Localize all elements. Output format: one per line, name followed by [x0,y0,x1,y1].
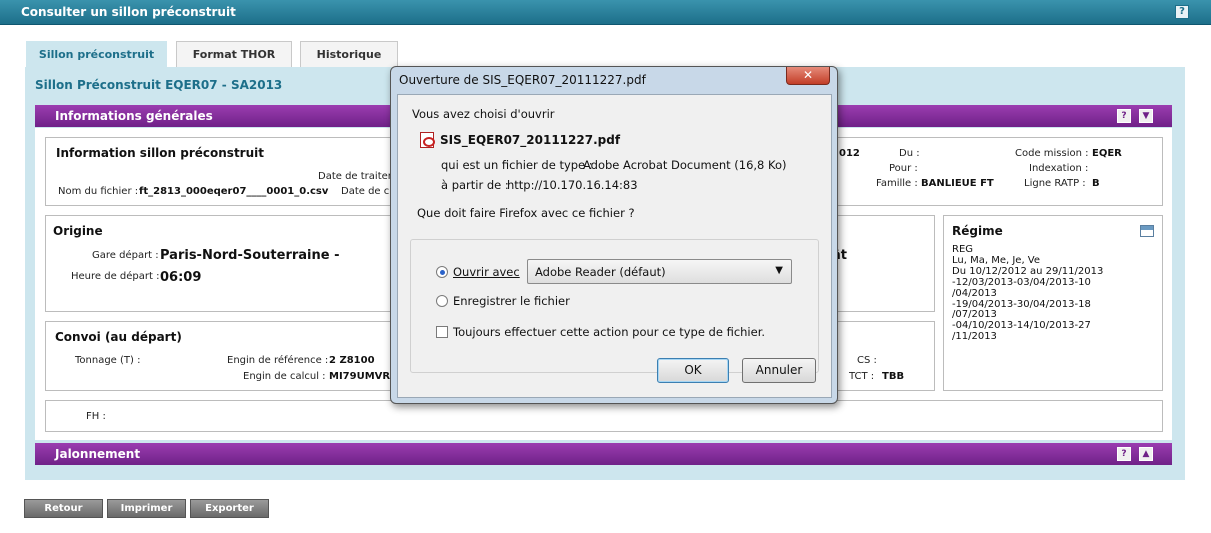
tct-label: TCT : [849,371,875,382]
dialog-title: Ouverture de SIS_EQER07_20111227.pdf [399,73,646,87]
engin-calc-label: Engin de calcul : [243,371,326,382]
section-help-icon[interactable]: ? [1117,109,1131,123]
du-label: Du : [899,148,920,159]
file-from-label: à partir de : [441,178,509,192]
code-mission-value: EQER [1092,148,1122,159]
section-header-jalonnement[interactable]: Jalonnement ? ▲ [35,443,1172,465]
window-title: Consulter un sillon préconstruit [21,5,236,19]
ok-button[interactable]: OK [657,358,729,383]
retour-button[interactable]: Retour [24,499,103,518]
calendar-icon[interactable] [1140,225,1154,237]
file-type-value: Adobe Acrobat Document (16,8 Ko) [583,158,787,172]
regime-lines: REG Lu, Ma, Me, Je, Ve Du 10/12/2012 au 29… [952,244,1103,343]
tct-value: TBB [882,371,905,382]
gare-depart-value: Paris-Nord-Souterraine - [160,248,340,263]
code-mission-label: Code mission : [1015,148,1089,159]
gare-depart-label: Gare départ : [92,250,159,261]
save-file-label[interactable]: Enregistrer le fichier [453,294,570,308]
tab-historique[interactable]: Historique [300,41,398,68]
always-label[interactable]: Toujours effectuer cette action pour ce … [453,325,765,339]
collapse-icon[interactable]: ▼ [1139,109,1153,123]
fh-box: FH : [45,400,1163,432]
open-with-label[interactable]: Ouvrir avec [453,265,520,279]
tonnage-label: Tonnage (T) : [75,355,141,366]
section-title-jalonnement: Jalonnement [55,447,141,461]
dialog-intro: Vous avez choisi d'ouvrir [412,107,555,121]
partial-value: 012 [839,148,860,159]
regime-line: /04/2013 [952,287,997,299]
indexation-label: Indexation : [1029,163,1089,174]
expand-icon[interactable]: ▲ [1139,447,1153,461]
date-c-label: Date de c [341,186,390,197]
cancel-button[interactable]: Annuler [742,358,816,383]
window-titlebar: Consulter un sillon préconstruit ? [0,0,1211,25]
help-icon[interactable]: ? [1175,5,1189,19]
dialog-body: Vous avez choisi d'ouvrir SIS_EQER07_201… [397,94,832,398]
save-file-radio[interactable] [436,295,448,307]
section-help-icon[interactable]: ? [1117,447,1131,461]
nom-fichier-value: ft_2813_000eqer07____0001_0.csv [139,186,329,197]
open-file-dialog: Ouverture de SIS_EQER07_20111227.pdf ✕ V… [390,66,838,404]
exporter-button[interactable]: Exporter [190,499,269,518]
famille-value: BANLIEUE FT [921,178,994,189]
dialog-filename: SIS_EQER07_20111227.pdf [440,133,621,147]
tab-sillon-preconstruit[interactable]: Sillon préconstruit [26,41,167,68]
info-sillon-title: Information sillon préconstruit [56,146,264,160]
section-title-informations: Informations générales [55,109,213,123]
regime-line: /11/2013 [952,331,997,343]
engin-ref-label: Engin de référence : [227,355,329,366]
close-icon[interactable]: ✕ [786,67,830,85]
action-group: Ouvrir avec Adobe Reader (défaut) ▼ Enre… [410,239,819,373]
origine-title: Origine [53,224,103,238]
dialog-question: Que doit faire Firefox avec ce fichier ? [417,206,635,220]
chevron-down-icon: ▼ [775,265,783,276]
ligne-ratp-label: Ligne RATP : [1024,178,1086,189]
tab-format-thor[interactable]: Format THOR [176,41,292,68]
fh-label: FH : [86,411,106,422]
date-traitement-label: Date de traiter [318,171,392,182]
regime-line: -12/03/2013-03/04/2013-10 [952,276,1091,288]
ligne-ratp-value: B [1092,178,1100,189]
pdf-icon [420,132,435,148]
heure-depart-value: 06:09 [160,270,202,285]
regime-box: Régime REG Lu, Ma, Me, Je, Ve Du 10/12/201… [943,215,1163,391]
pour-label: Pour : [889,163,918,174]
open-with-value: Adobe Reader (défaut) [535,265,666,279]
engin-ref-value: 2 Z8100 [329,355,375,366]
file-from-value: http://10.170.16.14:83 [507,178,638,192]
always-checkbox[interactable] [436,326,448,338]
file-type-label: qui est un fichier de type : [441,158,593,172]
nom-fichier-label: Nom du fichier : [58,186,139,197]
open-with-radio[interactable] [436,266,448,278]
convoi-title: Convoi (au départ) [55,330,182,344]
page-subtitle: Sillon Préconstruit EQER07 - SA2013 [35,78,283,92]
open-with-select[interactable]: Adobe Reader (défaut) ▼ [527,259,792,284]
heure-depart-label: Heure de départ : [71,271,160,282]
famille-label: Famille : [876,178,918,189]
cs-label: CS : [857,355,877,366]
imprimer-button[interactable]: Imprimer [107,499,186,518]
regime-title: Régime [952,224,1003,238]
